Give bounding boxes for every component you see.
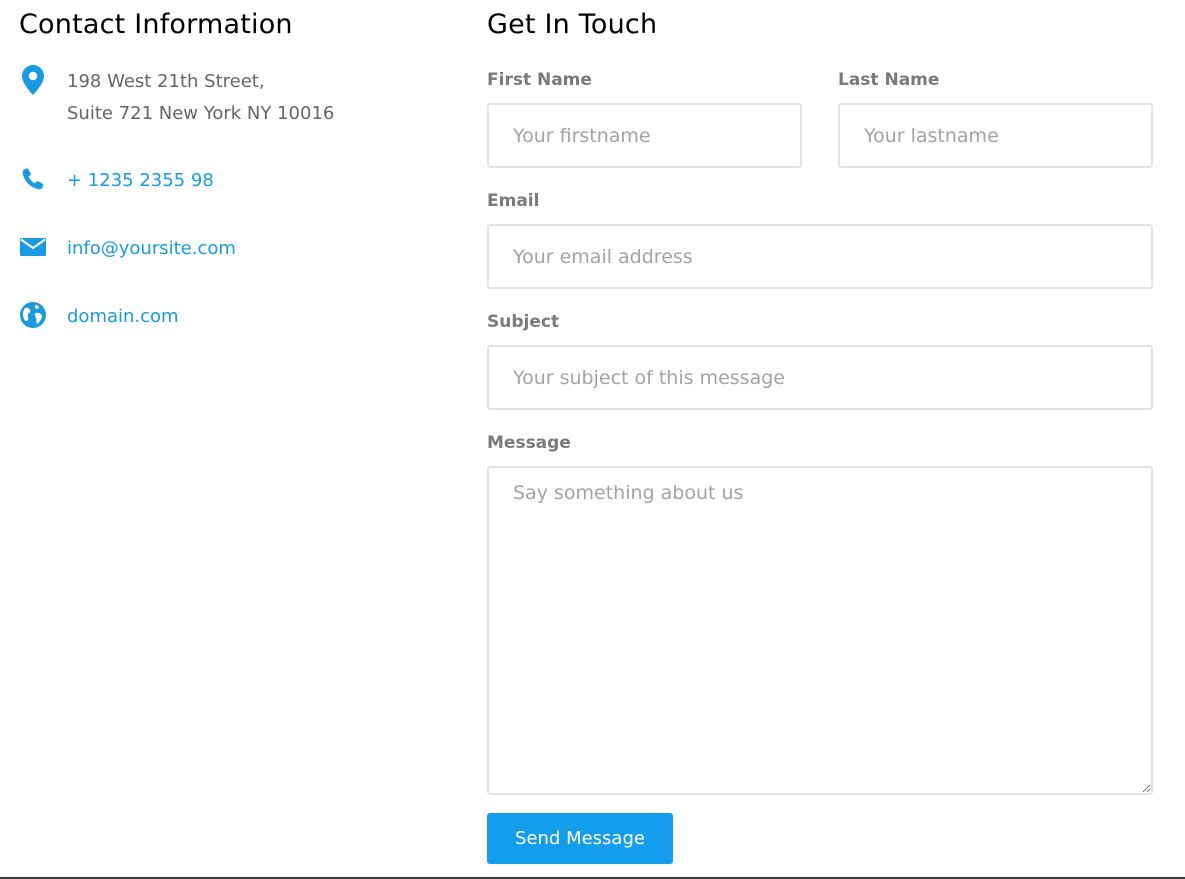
website-row: domain.com bbox=[19, 301, 179, 333]
get-in-touch-title: Get In Touch bbox=[487, 9, 658, 40]
last-name-label: Last Name bbox=[838, 70, 940, 90]
phone-icon bbox=[19, 165, 47, 193]
last-name-input[interactable] bbox=[838, 103, 1153, 168]
subject-label: Subject bbox=[487, 312, 560, 332]
send-message-button[interactable]: Send Message bbox=[487, 813, 673, 864]
phone-row: + 1235 2355 98 bbox=[19, 165, 214, 197]
contact-information-section: Contact Information 198 West 21th Street… bbox=[19, 0, 449, 328]
contact-information-title: Contact Information bbox=[19, 9, 293, 40]
message-textarea[interactable] bbox=[487, 466, 1153, 795]
subject-input[interactable] bbox=[487, 345, 1153, 410]
first-name-input[interactable] bbox=[487, 103, 802, 168]
email-row: info@yoursite.com bbox=[19, 233, 236, 265]
address-line-1: 198 West 21th Street, bbox=[67, 71, 265, 92]
first-name-label: First Name bbox=[487, 70, 592, 90]
address-row: 198 West 21th Street, Suite 721 New York… bbox=[19, 65, 335, 130]
website-link[interactable]: domain.com bbox=[67, 301, 179, 333]
email-input[interactable] bbox=[487, 224, 1153, 289]
email-link[interactable]: info@yoursite.com bbox=[67, 233, 236, 265]
get-in-touch-form: Get In Touch First Name Last Name Email … bbox=[487, 0, 1153, 864]
email-label: Email bbox=[487, 191, 540, 211]
phone-link[interactable]: + 1235 2355 98 bbox=[67, 165, 214, 197]
globe-icon bbox=[19, 301, 47, 329]
location-pin-icon bbox=[19, 65, 47, 95]
envelope-icon bbox=[19, 233, 47, 261]
contact-page: Contact Information 198 West 21th Street… bbox=[0, 0, 1185, 879]
message-label: Message bbox=[487, 433, 571, 453]
address-line-2: Suite 721 New York NY 10016 bbox=[67, 103, 335, 124]
